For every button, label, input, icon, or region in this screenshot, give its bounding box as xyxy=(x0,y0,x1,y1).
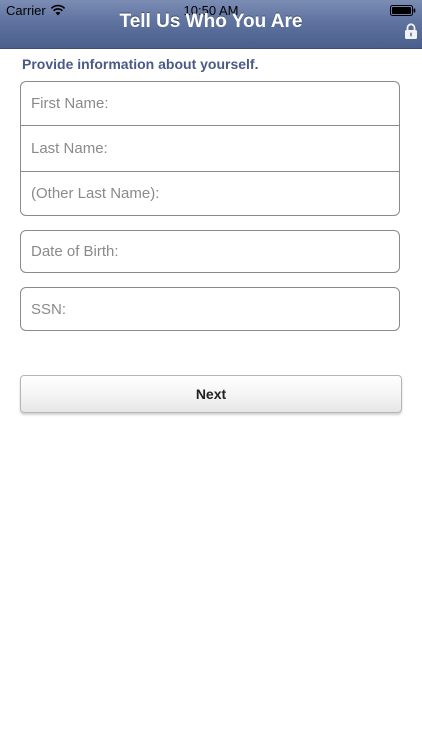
lock-icon xyxy=(405,23,417,39)
date-of-birth-field[interactable] xyxy=(20,230,400,273)
next-button[interactable]: Next xyxy=(20,375,402,413)
date-of-birth-input[interactable] xyxy=(31,243,399,260)
ssn-input[interactable] xyxy=(31,300,399,318)
ssn-field[interactable] xyxy=(20,287,400,331)
navigation-bar: Carrier 10:50 AM Tell Us Who You Are xyxy=(0,0,422,49)
other-last-name-input[interactable] xyxy=(31,185,399,202)
other-last-name-field[interactable] xyxy=(20,171,400,216)
instructions-text: Provide information about yourself. xyxy=(22,56,259,72)
first-name-field[interactable] xyxy=(20,81,400,125)
last-name-input[interactable] xyxy=(31,140,399,157)
first-name-input[interactable] xyxy=(31,95,399,112)
last-name-field[interactable] xyxy=(20,125,400,171)
page-title: Tell Us Who You Are xyxy=(119,11,303,32)
